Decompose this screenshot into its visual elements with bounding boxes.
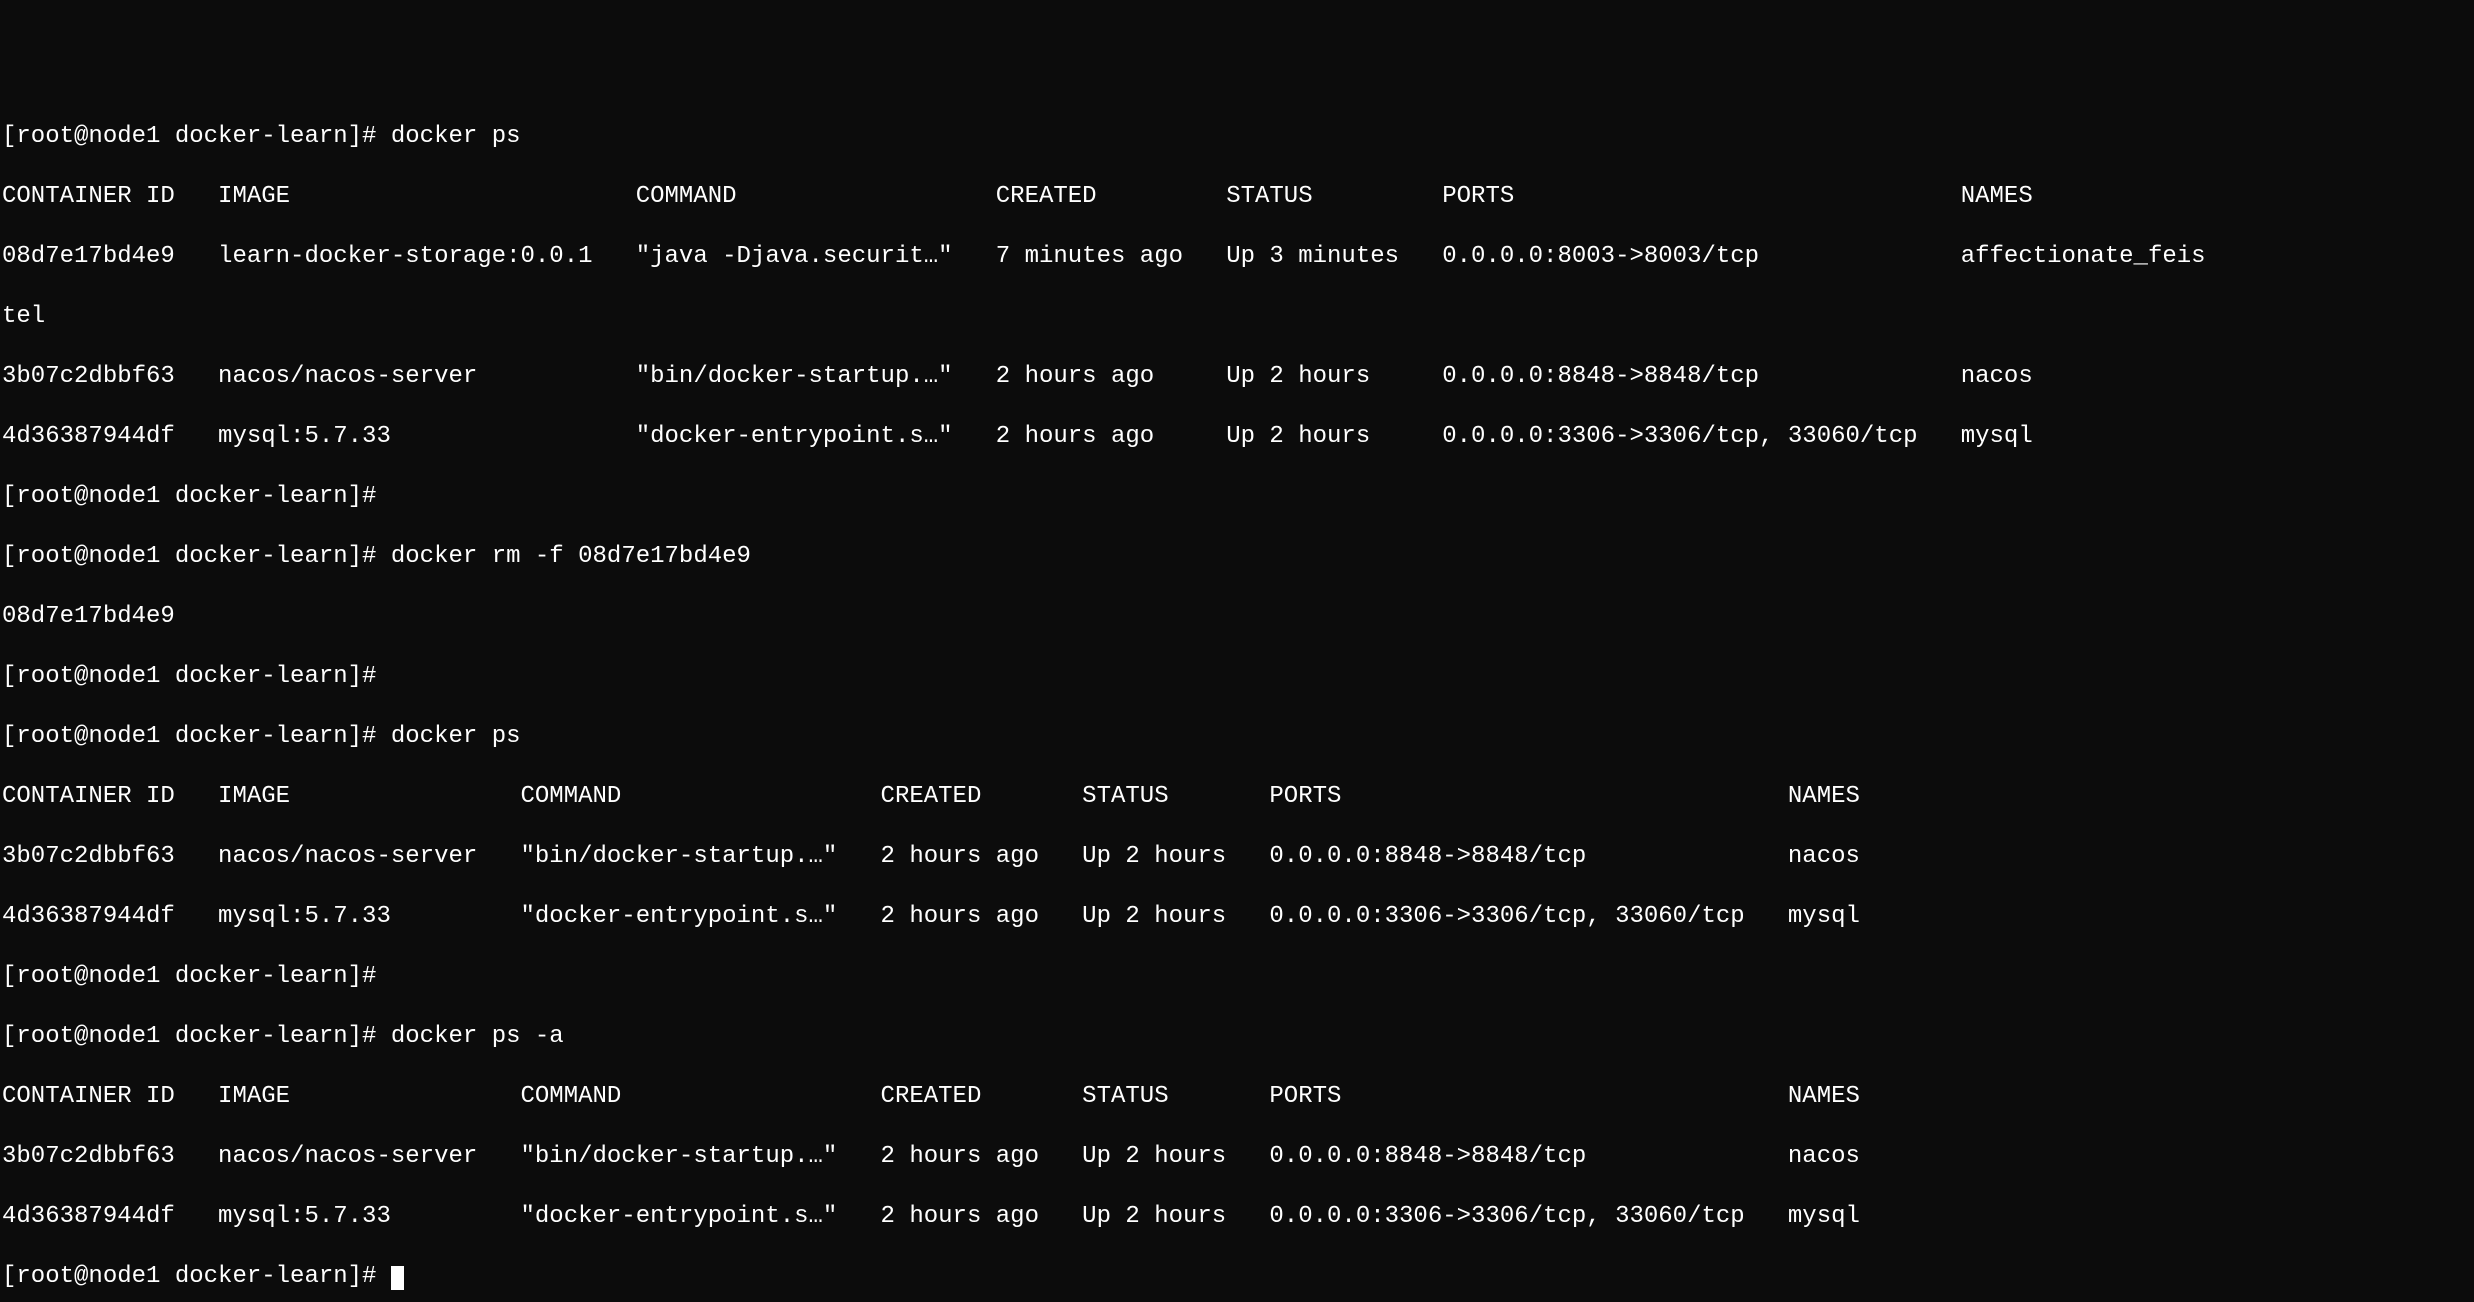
- shell-prompt: [root@node1 docker-learn]#: [2, 483, 376, 510]
- shell-prompt: [root@node1 docker-learn]#: [2, 963, 376, 990]
- table-header: CONTAINER ID IMAGE COMMAND CREATED STATU…: [2, 182, 2472, 212]
- table-row: 3b07c2dbbf63 nacos/nacos-server "bin/doc…: [2, 1142, 2472, 1172]
- table-header: CONTAINER ID IMAGE COMMAND CREATED STATU…: [2, 1082, 2472, 1112]
- table-row: 4d36387944df mysql:5.7.33 "docker-entryp…: [2, 1202, 2472, 1232]
- command-text: docker rm -f 08d7e17bd4e9: [391, 543, 751, 570]
- terminal-line[interactable]: [root@node1 docker-learn]#: [2, 1262, 2472, 1292]
- command-text: docker ps -a: [391, 1023, 564, 1050]
- terminal-line: [root@node1 docker-learn]# docker ps -a: [2, 1022, 2472, 1052]
- terminal-line: [root@node1 docker-learn]#: [2, 962, 2472, 992]
- shell-prompt: [root@node1 docker-learn]#: [2, 663, 376, 690]
- command-text: docker ps: [391, 123, 521, 150]
- shell-prompt: [root@node1 docker-learn]#: [2, 1023, 376, 1050]
- table-row: 3b07c2dbbf63 nacos/nacos-server "bin/doc…: [2, 842, 2472, 872]
- terminal-line: [root@node1 docker-learn]# docker rm -f …: [2, 542, 2472, 572]
- command-text: docker ps: [391, 723, 521, 750]
- shell-prompt: [root@node1 docker-learn]#: [2, 123, 376, 150]
- table-header: CONTAINER ID IMAGE COMMAND CREATED STATU…: [2, 782, 2472, 812]
- cursor-icon: [391, 1266, 404, 1290]
- table-row: 4d36387944df mysql:5.7.33 "docker-entryp…: [2, 902, 2472, 932]
- table-row: 4d36387944df mysql:5.7.33 "docker-entryp…: [2, 422, 2472, 452]
- output-text: 08d7e17bd4e9: [2, 602, 2472, 632]
- terminal-line: [root@node1 docker-learn]# docker ps: [2, 122, 2472, 152]
- terminal-line: [root@node1 docker-learn]#: [2, 482, 2472, 512]
- shell-prompt: [root@node1 docker-learn]#: [2, 543, 376, 570]
- terminal-line: [root@node1 docker-learn]# docker ps: [2, 722, 2472, 752]
- table-row: tel: [2, 302, 2472, 332]
- shell-prompt: [root@node1 docker-learn]#: [2, 1263, 376, 1290]
- table-row: 08d7e17bd4e9 learn-docker-storage:0.0.1 …: [2, 242, 2472, 272]
- table-row: 3b07c2dbbf63 nacos/nacos-server "bin/doc…: [2, 362, 2472, 392]
- shell-prompt: [root@node1 docker-learn]#: [2, 723, 376, 750]
- terminal-line: [root@node1 docker-learn]#: [2, 662, 2472, 692]
